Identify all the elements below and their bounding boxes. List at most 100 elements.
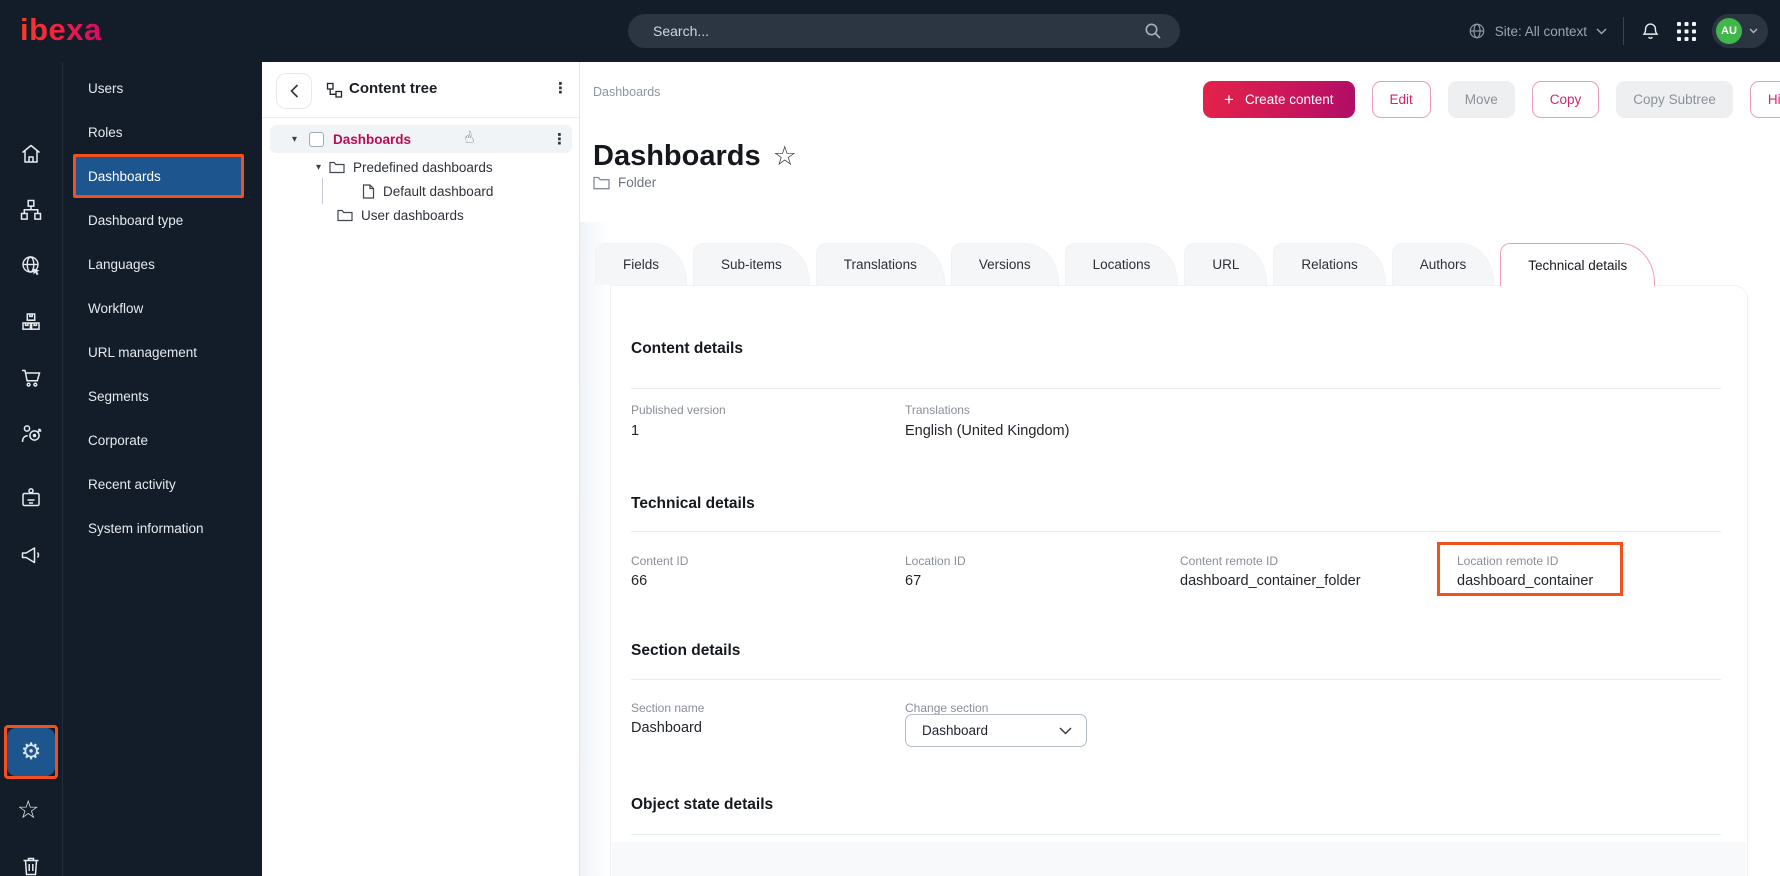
- trash-icon[interactable]: [19, 854, 43, 876]
- field-value: dashboard_container_folder: [1180, 573, 1361, 589]
- section-details-heading: Section details: [631, 642, 740, 660]
- global-search[interactable]: [628, 14, 1180, 48]
- sitemap-icon[interactable]: [19, 198, 43, 222]
- star-icon[interactable]: ☆: [17, 797, 39, 822]
- topbar-right: Site: All context AU: [1468, 0, 1768, 62]
- tree-node-label[interactable]: Default dashboard: [383, 184, 493, 199]
- collapse-tree-button[interactable]: [276, 73, 312, 109]
- tree-node-predefined-dashboards[interactable]: ▾ Predefined dashboards: [262, 155, 580, 179]
- icon-rail: ⚙ ☆: [0, 62, 62, 876]
- chevron-down-icon: [1059, 727, 1072, 735]
- menu-item-dashboards[interactable]: Dashboards: [73, 154, 244, 198]
- copy-subtree-button[interactable]: Copy Subtree: [1616, 81, 1733, 118]
- divider: [631, 388, 1721, 389]
- site-context-label: Site: All context: [1495, 24, 1587, 39]
- ibexa-admin-screen: ibexa Site: All context: [0, 0, 1780, 876]
- menu-item-languages[interactable]: Languages: [63, 242, 262, 286]
- home-icon[interactable]: [19, 142, 43, 166]
- gear-icon[interactable]: ⚙: [7, 728, 55, 776]
- change-section-select[interactable]: Dashboard: [905, 714, 1087, 747]
- bookmark-star-icon[interactable]: ☆: [773, 143, 797, 170]
- field-label: Translations: [905, 403, 970, 417]
- tab-versions[interactable]: Versions: [951, 243, 1059, 285]
- menu-item-dashboard-type[interactable]: Dashboard type: [63, 198, 262, 242]
- move-button[interactable]: Move: [1448, 81, 1515, 118]
- content-tree-icon: [326, 82, 343, 99]
- avatar: AU: [1716, 18, 1742, 44]
- caret-down-icon[interactable]: ▾: [292, 134, 297, 145]
- field-label: Content ID: [631, 554, 688, 568]
- site-context-selector[interactable]: Site: All context: [1468, 22, 1607, 40]
- badge-icon[interactable]: [19, 486, 43, 510]
- menu-item-users[interactable]: Users: [63, 66, 262, 110]
- tree-node-user-dashboards[interactable]: User dashboards: [262, 203, 580, 227]
- app-grid-icon[interactable]: [1677, 22, 1696, 41]
- folder-icon: [593, 176, 610, 190]
- tab-authors[interactable]: Authors: [1392, 243, 1495, 285]
- divider: [631, 834, 1721, 835]
- field-label: Change section: [905, 701, 988, 715]
- tab-fields[interactable]: Fields: [595, 243, 687, 285]
- globe-cursor-icon[interactable]: [19, 254, 43, 278]
- folder-icon: [329, 161, 345, 174]
- menu-item-segments[interactable]: Segments: [63, 374, 262, 418]
- menu-item-recent-activity[interactable]: Recent activity: [63, 462, 262, 506]
- node-options-kebab-icon[interactable]: ⋮: [552, 132, 567, 147]
- technical-details-heading: Technical details: [631, 495, 755, 513]
- tab-translations[interactable]: Translations: [816, 243, 945, 285]
- tree-node-label[interactable]: User dashboards: [361, 208, 464, 223]
- tree-node-default-dashboard[interactable]: Default dashboard: [262, 179, 580, 203]
- notifications-bell-icon[interactable]: [1640, 21, 1661, 42]
- file-icon: [362, 184, 375, 199]
- ibexa-logo[interactable]: ibexa: [20, 12, 102, 48]
- tab-technical-details[interactable]: Technical details: [1500, 243, 1655, 286]
- tab-sub-items[interactable]: Sub-items: [693, 243, 810, 285]
- tree-node-label[interactable]: Predefined dashboards: [353, 160, 493, 175]
- menu-item-roles[interactable]: Roles: [63, 110, 262, 154]
- create-content-button[interactable]: + Create content: [1203, 81, 1355, 118]
- tab-relations[interactable]: Relations: [1273, 243, 1385, 285]
- content-details-heading: Content details: [631, 340, 743, 358]
- cart-icon[interactable]: [19, 366, 43, 390]
- tree-options-kebab-icon[interactable]: ⋮: [553, 81, 568, 96]
- technical-details-panel: Content details Published version 1 Tran…: [610, 285, 1748, 876]
- page-title: Dashboards ☆: [593, 140, 797, 173]
- action-buttons: + Create content Edit Move Copy Copy Sub…: [1203, 81, 1780, 118]
- search-input[interactable]: [653, 23, 1144, 39]
- chevron-down-icon: [1749, 28, 1758, 34]
- object-state-header-row: Group name Current Object state Change O…: [612, 842, 1746, 876]
- packages-icon[interactable]: [19, 310, 43, 334]
- copy-button[interactable]: Copy: [1532, 81, 1600, 118]
- menu-item-system-information[interactable]: System information: [63, 506, 262, 550]
- menu-item-workflow[interactable]: Workflow: [63, 286, 262, 330]
- content-tree-title: Content tree: [349, 80, 437, 97]
- megaphone-icon[interactable]: [19, 543, 43, 567]
- main-content: Dashboards + Create content Edit Move Co…: [580, 62, 1780, 876]
- object-state-details-heading: Object state details: [631, 796, 773, 814]
- tree-node-dashboards[interactable]: ▾ Dashboards ⋮: [270, 125, 572, 153]
- plus-icon: +: [1224, 90, 1234, 110]
- topbar-divider: [1623, 17, 1624, 45]
- field-label: Section name: [631, 701, 704, 715]
- tree-node-checkbox[interactable]: [309, 132, 324, 147]
- tree-node-label[interactable]: Dashboards: [333, 132, 411, 147]
- search-icon[interactable]: [1144, 22, 1162, 40]
- user-menu[interactable]: AU: [1712, 14, 1768, 48]
- field-label: Location ID: [905, 554, 966, 568]
- content-tabs: Fields Sub-items Translations Versions L…: [595, 243, 1655, 286]
- breadcrumb[interactable]: Dashboards: [593, 85, 660, 99]
- topbar: ibexa Site: All context: [0, 0, 1780, 62]
- field-value: Dashboard: [631, 720, 702, 736]
- tab-locations[interactable]: Locations: [1065, 243, 1179, 285]
- menu-item-url-management[interactable]: URL management: [63, 330, 262, 374]
- content-tree-header: Content tree ⋮: [262, 62, 579, 118]
- tab-url[interactable]: URL: [1184, 243, 1267, 285]
- field-label: Content remote ID: [1180, 554, 1278, 568]
- menu-item-corporate[interactable]: Corporate: [63, 418, 262, 462]
- edit-button[interactable]: Edit: [1372, 81, 1431, 118]
- hide-button[interactable]: Hide: [1750, 81, 1780, 118]
- field-label: Location remote ID: [1457, 554, 1558, 568]
- caret-down-icon[interactable]: ▾: [316, 162, 321, 173]
- field-value: dashboard_container: [1457, 573, 1593, 589]
- audience-target-icon[interactable]: [19, 422, 43, 446]
